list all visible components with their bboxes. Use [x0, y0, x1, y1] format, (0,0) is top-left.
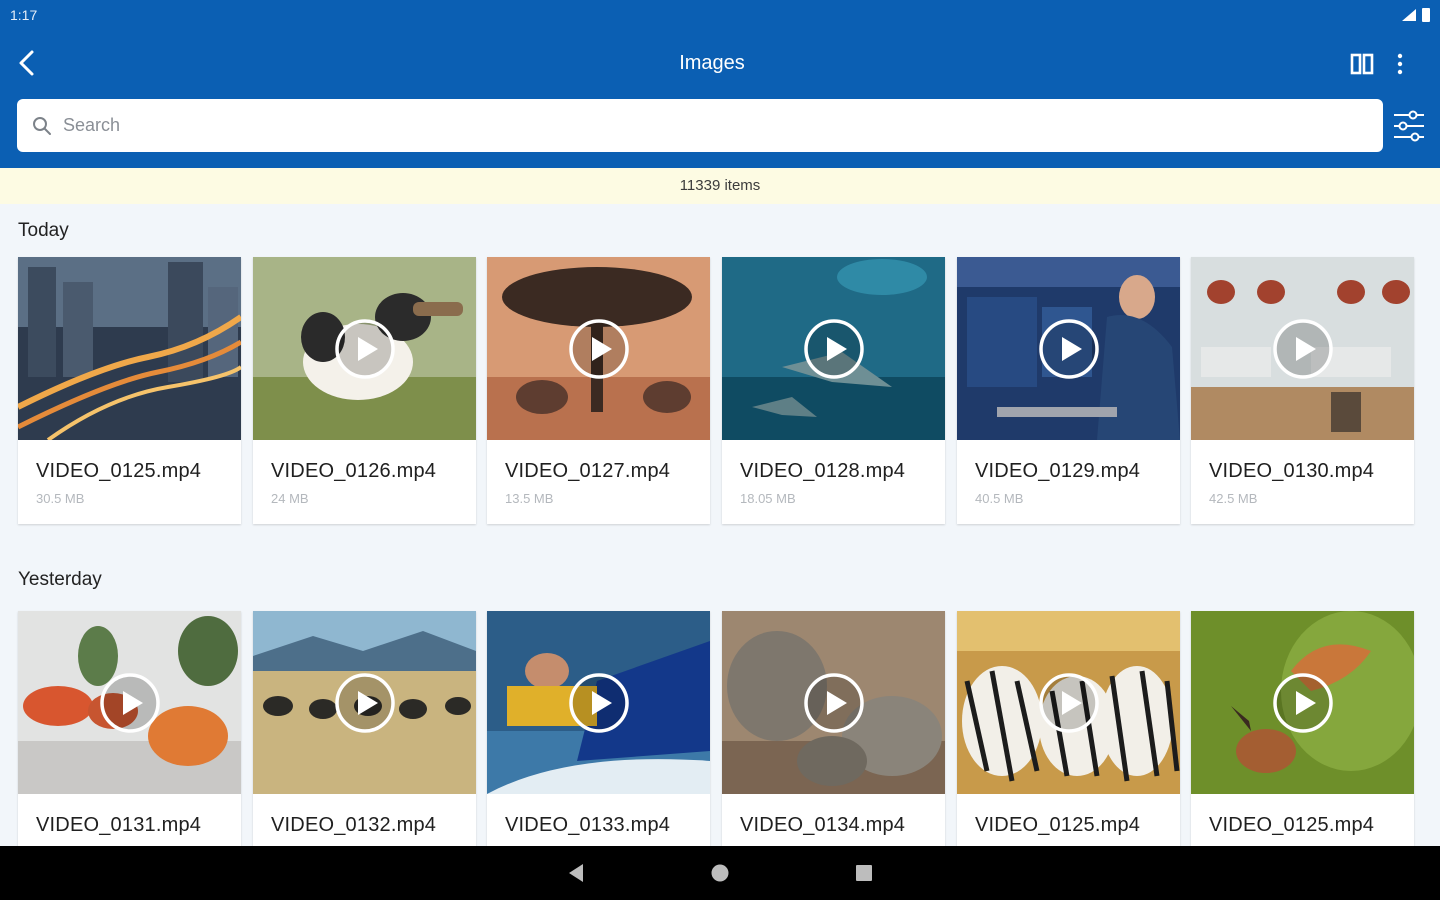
- play-icon[interactable]: [1272, 672, 1334, 734]
- grid-view-icon[interactable]: [1348, 50, 1376, 78]
- file-name: VIDEO_0134.mp4: [740, 814, 906, 836]
- file-name: VIDEO_0130.mp4: [1209, 460, 1375, 482]
- section-title-yesterday: Yesterday: [18, 569, 102, 590]
- play-icon[interactable]: [334, 318, 396, 380]
- signal-icon: [1402, 9, 1416, 21]
- file-size: 30.5 MB: [36, 491, 85, 506]
- file-name: VIDEO_0132.mp4: [271, 814, 437, 836]
- more-options-icon[interactable]: [1390, 50, 1410, 78]
- media-card[interactable]: VIDEO_0133.mp4: [487, 611, 710, 871]
- file-size: 13.5 MB: [505, 491, 554, 506]
- play-icon[interactable]: [1038, 672, 1100, 734]
- page-title: Images: [679, 52, 745, 74]
- media-card[interactable]: VIDEO_0130.mp4 42.5 MB: [1191, 257, 1414, 524]
- play-icon[interactable]: [803, 672, 865, 734]
- status-bar: 1:17: [0, 0, 1440, 30]
- search-bar[interactable]: [17, 99, 1383, 152]
- file-name: VIDEO_0128.mp4: [740, 460, 906, 482]
- media-card[interactable]: VIDEO_0127.mp4 13.5 MB: [487, 257, 710, 524]
- search-input[interactable]: [63, 99, 1363, 152]
- play-icon[interactable]: [99, 672, 161, 734]
- media-card[interactable]: VIDEO_0128.mp4 18.05 MB: [722, 257, 945, 524]
- section-title-today: Today: [18, 220, 69, 241]
- media-card[interactable]: VIDEO_0132.mp4: [253, 611, 476, 871]
- app-bar: 1:17 Images: [0, 0, 1440, 168]
- file-name: VIDEO_0127.mp4: [505, 460, 671, 482]
- battery-icon: [1422, 8, 1430, 22]
- play-icon[interactable]: [568, 672, 630, 734]
- play-icon[interactable]: [568, 318, 630, 380]
- system-nav-bar: [0, 846, 1440, 900]
- media-card[interactable]: VIDEO_0125.mp4: [1191, 611, 1414, 871]
- file-size: 40.5 MB: [975, 491, 1024, 506]
- file-size: 24 MB: [271, 491, 309, 506]
- play-icon[interactable]: [803, 318, 865, 380]
- nav-home-icon[interactable]: [707, 860, 733, 886]
- file-size: 42.5 MB: [1209, 491, 1258, 506]
- media-card[interactable]: VIDEO_0134.mp4: [722, 611, 945, 871]
- play-icon[interactable]: [1038, 318, 1100, 380]
- play-icon[interactable]: [334, 672, 396, 734]
- play-icon[interactable]: [1272, 318, 1334, 380]
- file-name: VIDEO_0129.mp4: [975, 460, 1141, 482]
- file-name: VIDEO_0125.mp4: [1209, 814, 1375, 836]
- media-card[interactable]: VIDEO_0131.mp4: [18, 611, 241, 871]
- item-count-banner: 11339 items: [0, 168, 1440, 204]
- file-name: VIDEO_0126.mp4: [271, 460, 437, 482]
- file-name: VIDEO_0125.mp4: [36, 460, 202, 482]
- nav-back-icon[interactable]: [563, 860, 589, 886]
- file-name: VIDEO_0131.mp4: [36, 814, 202, 836]
- media-card[interactable]: VIDEO_0129.mp4 40.5 MB: [957, 257, 1180, 524]
- media-card[interactable]: VIDEO_0126.mp4 24 MB: [253, 257, 476, 524]
- nav-recents-icon[interactable]: [851, 860, 877, 886]
- file-name: VIDEO_0125.mp4: [975, 814, 1141, 836]
- status-time: 1:17: [10, 7, 38, 23]
- media-card[interactable]: VIDEO_0125.mp4: [957, 611, 1180, 871]
- file-name: VIDEO_0133.mp4: [505, 814, 671, 836]
- item-count-text: 11339 items: [679, 177, 761, 194]
- video-thumbnail[interactable]: [18, 257, 241, 440]
- media-card[interactable]: VIDEO_0125.mp4 30.5 MB: [18, 257, 241, 524]
- file-size: 18.05 MB: [740, 491, 796, 506]
- search-icon: [33, 117, 51, 135]
- filter-settings-icon[interactable]: [1391, 106, 1427, 146]
